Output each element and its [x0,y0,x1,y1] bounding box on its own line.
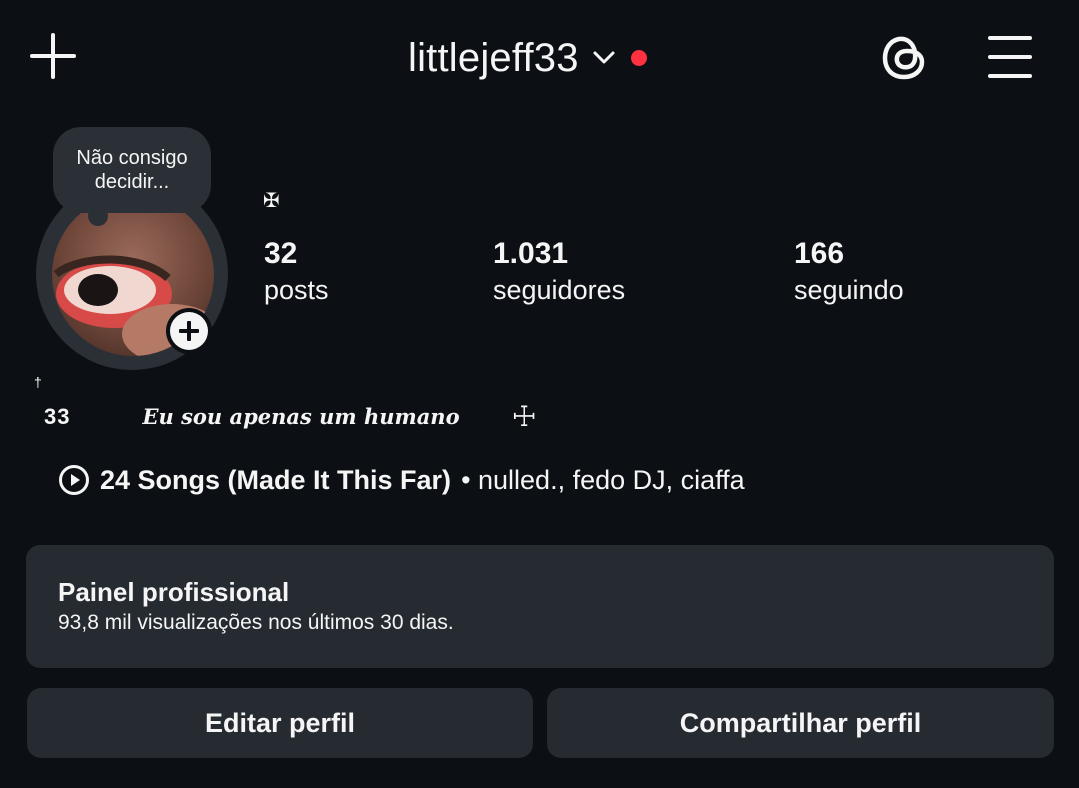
edit-profile-button[interactable]: Editar perfil [27,688,533,758]
profile-name-symbol: ✠ [263,190,280,212]
stat-value: 1.031 [493,237,569,270]
chevron-down-icon [593,47,615,69]
music-artists: • nulled., fedo DJ, ciaffa [461,464,745,495]
add-story-button[interactable] [166,308,212,354]
stat-followers[interactable]: 1.031 seguidores [493,236,625,308]
notification-dot [630,50,647,66]
stat-value: 166 [794,237,845,270]
note-text: Não consigo decidir... [76,147,188,193]
create-plus-icon[interactable] [30,33,76,79]
stat-label: seguidores [493,275,626,305]
plus-icon [170,312,208,350]
stat-label: posts [264,275,329,305]
bio-number: 33 [44,403,71,429]
menu-icon[interactable] [988,36,1032,78]
music-title: 24 Songs (Made It This Far) [100,464,452,495]
stat-label: seguindo [794,275,904,305]
stat-posts[interactable]: 32 posts [264,236,329,308]
play-icon [58,464,90,496]
stat-value: 32 [264,237,298,270]
bio-line: 33 Eu sou apenas um humano ☩ [44,400,537,433]
share-profile-button[interactable]: Compartilhar perfil [547,688,1054,758]
account-switcher[interactable]: littlejeff33 [408,30,647,86]
dashboard-title: Painel profissional [58,577,290,607]
dashboard-subtitle: 93,8 mil visualizações nos últimos 30 di… [58,611,454,634]
bio-text: Eu sou apenas um humano [142,404,460,429]
profile-music[interactable]: 24 Songs (Made It This Far) • nulled., f… [58,464,745,496]
username: littlejeff33 [408,35,579,80]
professional-dashboard[interactable]: Painel profissional 93,8 mil visualizaçõ… [26,545,1054,668]
bio-cross: ☩ [511,401,537,432]
bio-dagger: † [34,374,42,390]
stat-following[interactable]: 166 seguindo [794,236,904,308]
threads-icon[interactable] [880,32,928,82]
note-bubble[interactable]: Não consigo decidir... [53,127,211,213]
